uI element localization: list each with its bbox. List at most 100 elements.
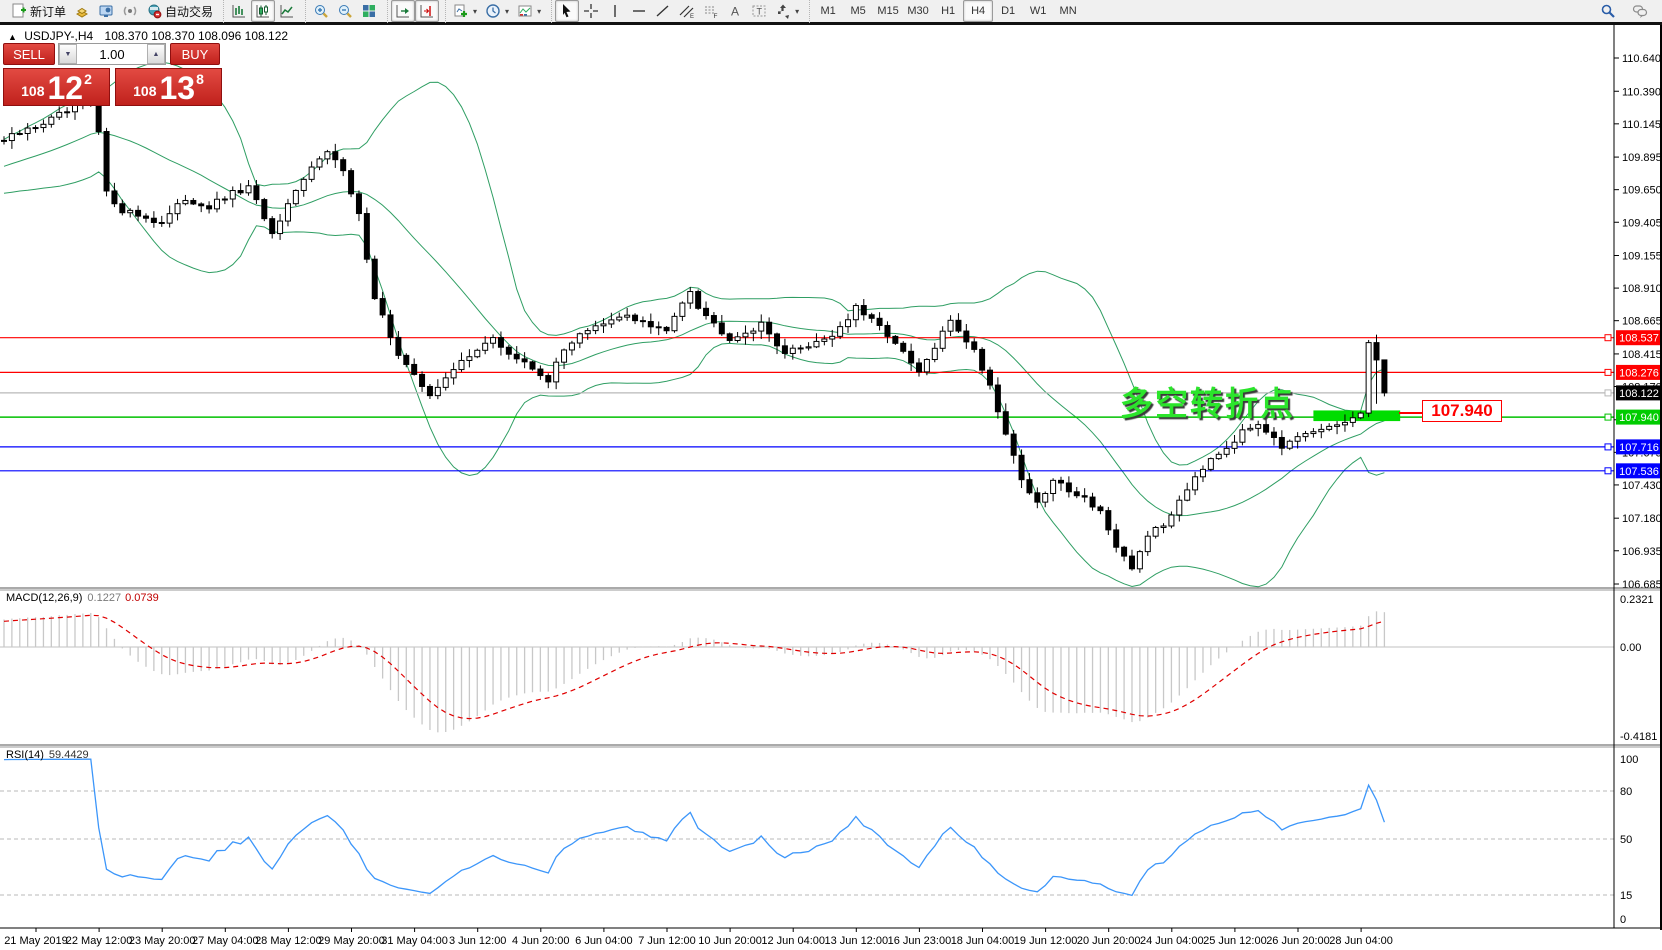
svg-text:108.415: 108.415 <box>1622 349 1662 361</box>
svg-text:23 May 20:00: 23 May 20:00 <box>129 935 196 947</box>
chart-shift-button[interactable] <box>415 0 439 22</box>
text-label-icon: T <box>751 3 767 19</box>
timeframe-button-D1[interactable]: D1 <box>993 0 1023 22</box>
text-button[interactable]: A <box>723 0 747 22</box>
zoom-in-button[interactable] <box>309 0 333 22</box>
timeframe-button-MN[interactable]: MN <box>1053 0 1083 22</box>
crosshair-icon <box>583 3 599 19</box>
tile-windows-button[interactable] <box>357 0 381 22</box>
volume-decrease-button[interactable]: ▼ <box>59 44 77 64</box>
equidistant-channel-button[interactable]: E <box>675 0 699 22</box>
rsi-value: 59.4429 <box>49 749 89 761</box>
clock-icon <box>485 3 501 19</box>
timeframe-button-M1[interactable]: M1 <box>813 0 843 22</box>
tile-windows-icon <box>361 3 377 19</box>
timeframe-button-H4[interactable]: H4 <box>963 0 993 22</box>
bid-price-big: 12 <box>47 73 83 103</box>
history-center-button[interactable] <box>70 0 94 22</box>
auto-trading-button[interactable]: 自动交易 <box>142 0 217 22</box>
search-icon <box>1600 3 1616 19</box>
rsi-name: RSI(14) <box>6 749 44 761</box>
crosshair-button[interactable] <box>579 0 603 22</box>
search-button[interactable] <box>1596 0 1620 22</box>
bar-chart-button[interactable] <box>227 0 251 22</box>
timeframe-button-H1[interactable]: H1 <box>933 0 963 22</box>
svg-text:-0.4181: -0.4181 <box>1620 731 1657 743</box>
buy-button[interactable]: BUY <box>170 43 220 65</box>
market-watch-icon <box>98 3 114 19</box>
svg-text:28 May 12:00: 28 May 12:00 <box>255 935 322 947</box>
svg-text:106.685: 106.685 <box>1622 579 1662 591</box>
svg-text:107.536: 107.536 <box>1619 466 1659 478</box>
line-chart-button[interactable] <box>275 0 299 22</box>
timeframe-button-M5[interactable]: M5 <box>843 0 873 22</box>
annotation-text: 多空转折点 <box>1120 377 1295 425</box>
sell-button[interactable]: SELL <box>3 43 55 65</box>
macd-name: MACD(12,26,9) <box>6 592 82 604</box>
svg-text:19 Jun 12:00: 19 Jun 12:00 <box>1014 935 1078 947</box>
volume-increase-button[interactable]: ▲ <box>147 44 165 64</box>
price-callout-connector <box>1399 412 1422 414</box>
svg-text:20 Jun 20:00: 20 Jun 20:00 <box>1077 935 1141 947</box>
chart-ohlc-values: 108.370 108.370 108.096 108.122 <box>105 29 289 43</box>
svg-text:108.122: 108.122 <box>1619 388 1659 400</box>
svg-text:110.390: 110.390 <box>1622 86 1661 98</box>
svg-text:0: 0 <box>1620 914 1626 926</box>
svg-text:100: 100 <box>1620 754 1638 766</box>
svg-text:110.145: 110.145 <box>1622 119 1661 131</box>
svg-text:107.180: 107.180 <box>1622 513 1662 525</box>
price-chart-canvas[interactable]: 110.640110.390110.145109.895109.650109.4… <box>0 25 1662 947</box>
bid-price-box[interactable]: 108 12 2 <box>3 68 110 106</box>
arrows-caret: ▾ <box>795 7 799 16</box>
cursor-icon <box>559 3 575 19</box>
svg-text:107.940: 107.940 <box>1619 412 1659 424</box>
collapse-icon[interactable]: ▲ <box>8 32 17 42</box>
arrows-button[interactable]: ▾ <box>771 0 803 22</box>
svg-text:109.650: 109.650 <box>1622 185 1662 197</box>
periods-button[interactable]: ▾ <box>481 0 513 22</box>
candlestick-icon <box>255 3 271 19</box>
timeframe-button-M15[interactable]: M15 <box>873 0 903 22</box>
svg-text:10 Jun 20:00: 10 Jun 20:00 <box>698 935 762 947</box>
signals-button[interactable] <box>118 0 142 22</box>
fibonacci-button[interactable]: F <box>699 0 723 22</box>
ask-price-box[interactable]: 108 13 8 <box>115 68 222 106</box>
svg-text:80: 80 <box>1620 786 1632 798</box>
vertical-line-button[interactable] <box>603 0 627 22</box>
volume-stepper: ▼ ▲ <box>58 43 166 65</box>
cursor-button[interactable] <box>555 0 579 22</box>
horizontal-line-button[interactable] <box>627 0 651 22</box>
text-label-button[interactable]: T <box>747 0 771 22</box>
channel-icon: E <box>679 3 695 19</box>
new-order-button[interactable]: 新订单 <box>7 0 70 22</box>
zoom-out-button[interactable] <box>333 0 357 22</box>
zoom-in-icon <box>313 3 329 19</box>
price-callout[interactable]: 107.940 <box>1422 400 1502 422</box>
zoom-out-icon <box>337 3 353 19</box>
svg-text:108.537: 108.537 <box>1619 333 1659 345</box>
ask-price-big: 13 <box>159 73 195 103</box>
volume-input[interactable] <box>77 44 147 64</box>
toolbar-group-trading: 新订单 自动交易 <box>4 0 220 23</box>
chart-window: 110.640110.390110.145109.895109.650109.4… <box>0 25 1662 947</box>
auto-scroll-button[interactable] <box>391 0 415 22</box>
svg-text:3 Jun 12:00: 3 Jun 12:00 <box>449 935 507 947</box>
timeframe-button-W1[interactable]: W1 <box>1023 0 1053 22</box>
timeframe-button-M30[interactable]: M30 <box>903 0 933 22</box>
bar-chart-icon <box>231 3 247 19</box>
svg-text:A: A <box>731 5 739 19</box>
market-watch-button[interactable] <box>94 0 118 22</box>
svg-text:21 May 2019: 21 May 2019 <box>4 935 68 947</box>
templates-button[interactable]: ▾ <box>513 0 545 22</box>
svg-text:106.935: 106.935 <box>1622 546 1662 558</box>
svg-text:13 Jun 12:00: 13 Jun 12:00 <box>824 935 888 947</box>
chat-button[interactable] <box>1628 0 1652 22</box>
svg-text:15: 15 <box>1620 890 1632 902</box>
toolbar-group-insert: ▾ ▾ ▾ <box>445 0 548 23</box>
candlestick-chart-button[interactable] <box>251 0 275 22</box>
text-icon: A <box>727 3 743 19</box>
indicators-button[interactable]: ▾ <box>449 0 481 22</box>
svg-text:28 Jun 04:00: 28 Jun 04:00 <box>1329 935 1393 947</box>
trendline-button[interactable] <box>651 0 675 22</box>
svg-text:108.665: 108.665 <box>1622 316 1662 328</box>
